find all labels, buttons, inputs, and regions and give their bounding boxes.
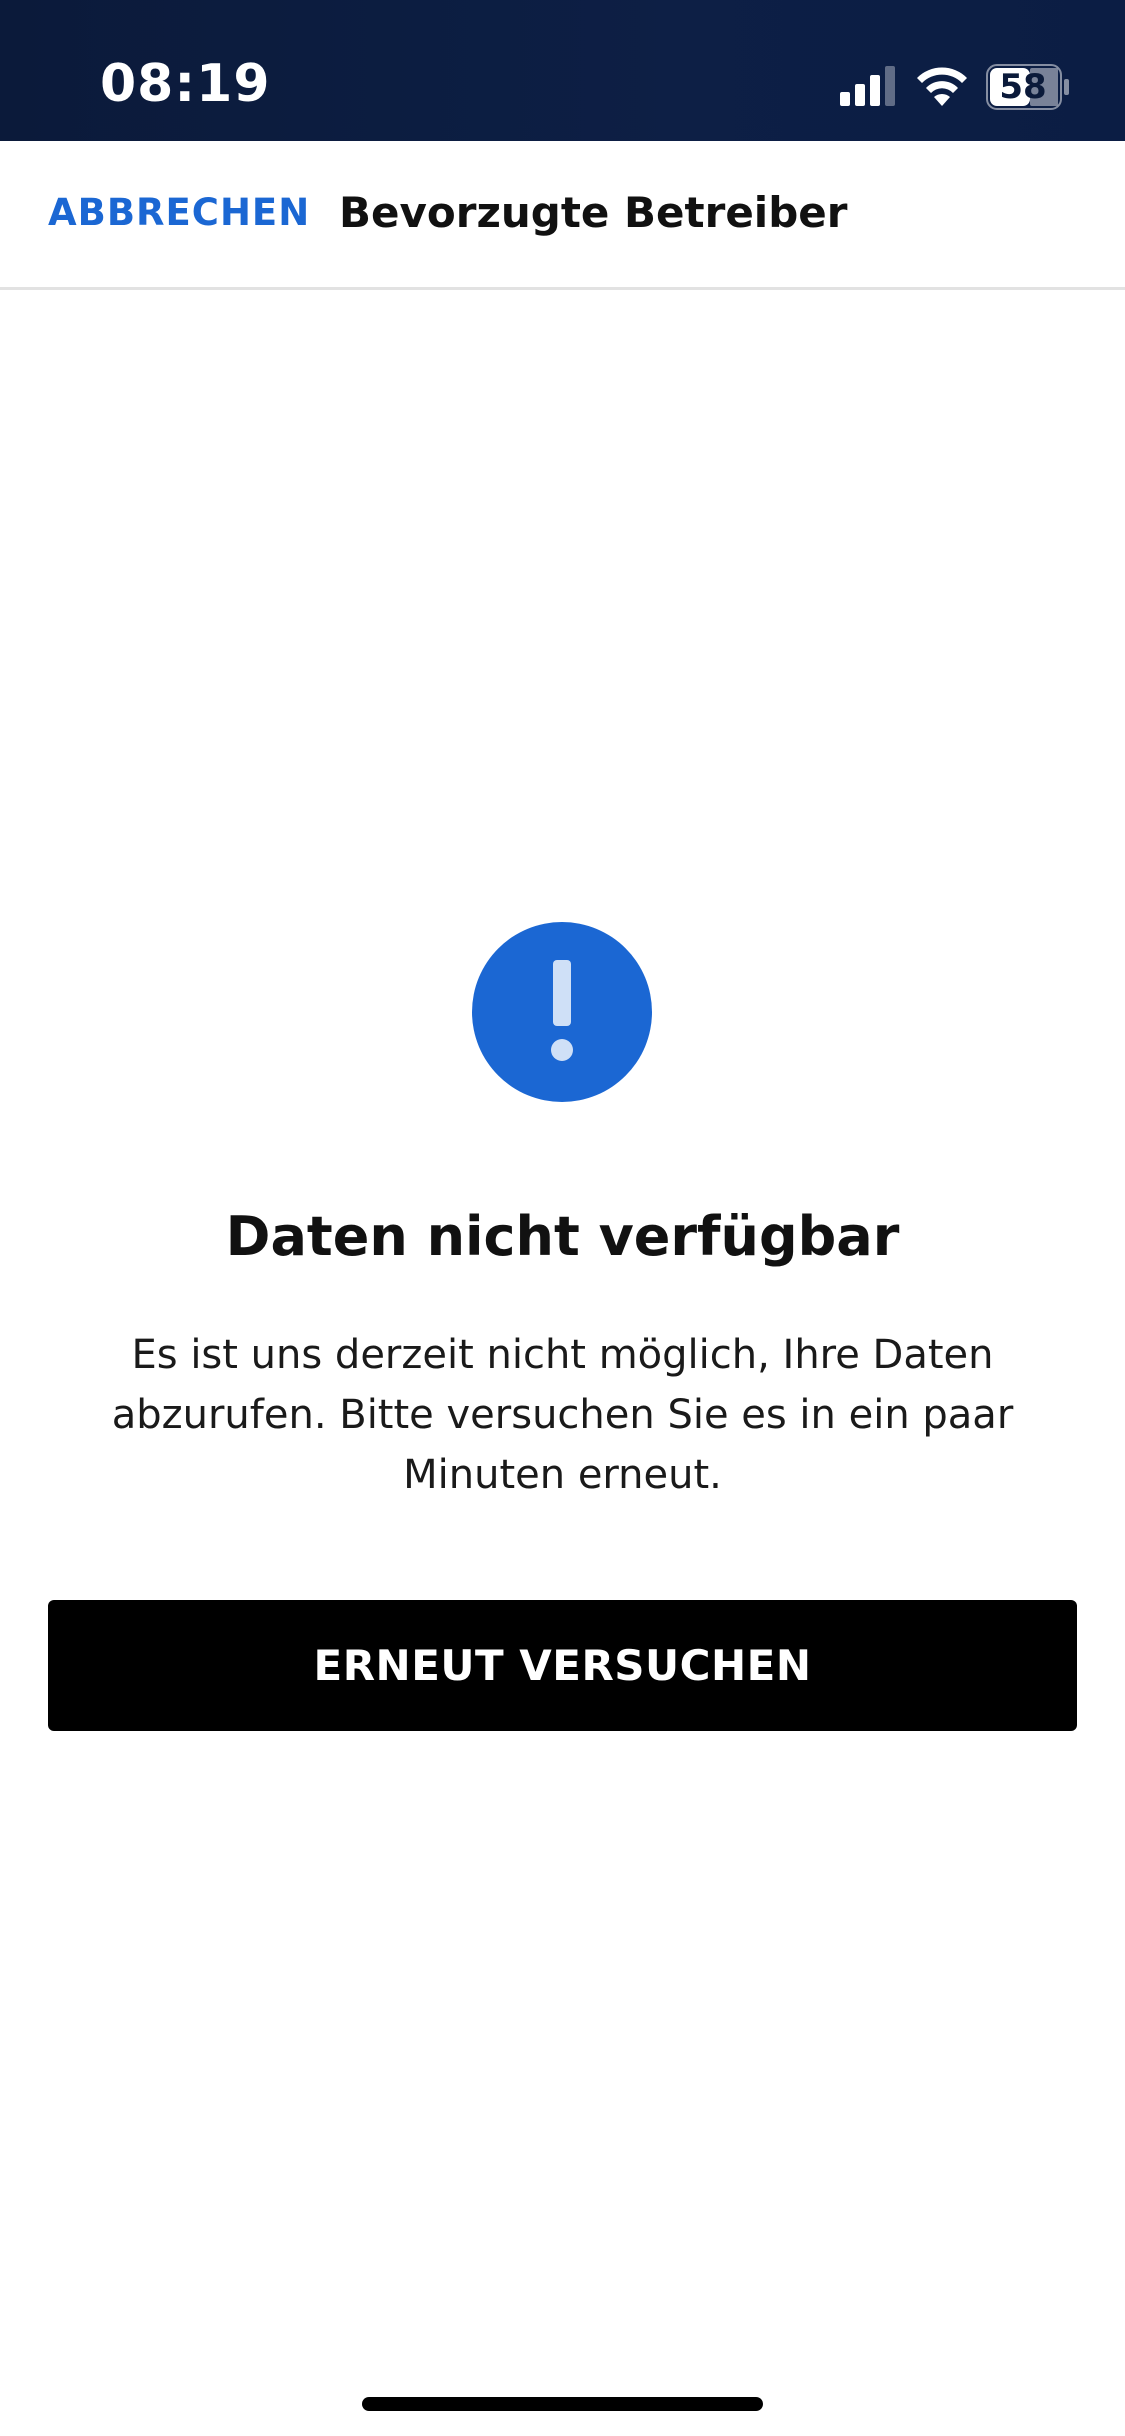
screen: 08:19 58 ABBRECHEN Bevorzugte Betreiber … <box>0 0 1125 2436</box>
retry-button-label: ERNEUT VERSUCHEN <box>313 1641 812 1690</box>
retry-button[interactable]: ERNEUT VERSUCHEN <box>48 1600 1077 1731</box>
wifi-icon <box>917 67 967 106</box>
error-message: Es ist uns derzeit nicht möglich, Ihre D… <box>111 1332 1014 1498</box>
battery-level: 58 <box>999 67 1047 107</box>
nav-header: ABBRECHEN Bevorzugte Betreiber <box>0 141 1125 290</box>
error-title: Daten nicht verfügbar <box>225 1205 900 1268</box>
status-time: 08:19 <box>100 54 271 114</box>
status-bar: 08:19 58 <box>0 0 1125 141</box>
signal-icon <box>840 66 895 106</box>
page-title: Bevorzugte Betreiber <box>339 188 848 237</box>
cancel-button[interactable]: ABBRECHEN <box>48 191 310 234</box>
alert-icon <box>472 922 652 1102</box>
home-indicator[interactable] <box>362 2397 763 2411</box>
